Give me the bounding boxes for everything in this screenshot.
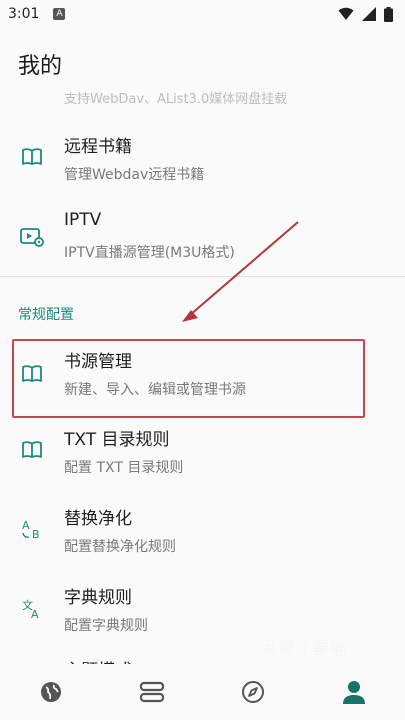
status-bar: 3:01 A (0, 0, 405, 28)
watermark: 沃德下载站 (262, 639, 348, 657)
status-time: 3:01 (8, 6, 40, 22)
status-icons (338, 6, 393, 22)
item-title: 替换净化 (64, 509, 132, 529)
compass-icon (242, 681, 265, 703)
section-divider (0, 276, 405, 277)
nav-explore[interactable] (203, 664, 304, 720)
wifi-icon (338, 7, 354, 20)
signal-icon (362, 7, 376, 21)
notification-app-icon: A (53, 8, 66, 20)
page-title: 我的 (18, 54, 63, 79)
profile-icon (343, 681, 366, 704)
item-subtitle: 配置 TXT 目录规则 (64, 460, 184, 476)
replace-icon: AB (19, 516, 45, 542)
book-icon (19, 144, 45, 170)
item-title: 字典规则 (64, 588, 132, 608)
highlight-box (12, 339, 365, 418)
item-subtitle: IPTV直播源管理(M3U格式) (64, 245, 235, 261)
item-title: IPTV (64, 210, 102, 230)
item-subtitle: 配置字典规则 (64, 618, 148, 634)
nav-profile[interactable] (304, 664, 405, 720)
item-title: 远程书籍 (64, 137, 132, 157)
item-subtitle: 管理Webdav远程书籍 (64, 167, 205, 183)
svg-text:A: A (22, 519, 30, 532)
list-item-iptv[interactable]: IPTV IPTV直播源管理(M3U格式) (0, 196, 405, 274)
list-item-replace-purify[interactable]: AB 替换净化 配置替换净化规则 (0, 498, 405, 576)
translate-icon: 文A (19, 595, 45, 621)
tv-gear-icon (19, 224, 45, 250)
book-icon (19, 437, 45, 463)
svg-text:A: A (31, 608, 39, 619)
section-header: 常规配置 (18, 307, 74, 323)
bottom-nav (0, 664, 405, 720)
nav-bookshelf[interactable] (101, 664, 202, 720)
shelf-icon (139, 681, 164, 703)
battery-icon (384, 6, 393, 22)
list-item-txt-toc-rules[interactable]: TXT 目录规则 配置 TXT 目录规则 (0, 419, 405, 497)
list-item-remote-books[interactable]: 远程书籍 管理Webdav远程书籍 (0, 118, 405, 196)
item-title: TXT 目录规则 (64, 430, 170, 450)
settings-list[interactable]: 支持WebDav、AList3.0媒体网盘挂载 远程书籍 管理Webdav远程书… (0, 86, 405, 666)
item-subtitle: 配置替换净化规则 (64, 539, 176, 555)
globe-icon (40, 682, 61, 702)
partially-hidden-subtitle: 支持WebDav、AList3.0媒体网盘挂载 (64, 92, 288, 107)
nav-discover[interactable] (0, 664, 101, 720)
svg-text:B: B (32, 528, 40, 540)
